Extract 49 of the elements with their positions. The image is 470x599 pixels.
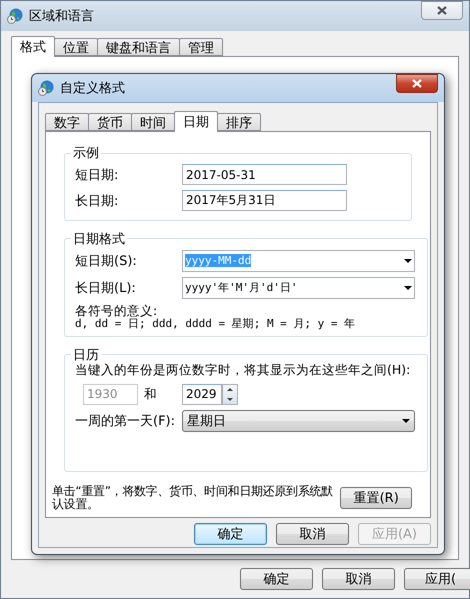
- dropdown-arrow-icon: [404, 286, 412, 290]
- field-label: 一周的第一天(F):: [75, 412, 176, 430]
- dialog-button[interactable]: 应用(: [404, 568, 470, 590]
- globe-icon: [38, 80, 54, 96]
- close-icon: [437, 6, 447, 15]
- group-title: 示例: [72, 145, 100, 162]
- reset-button[interactable]: 重置(R): [340, 487, 412, 509]
- tab[interactable]: 数字: [45, 113, 89, 131]
- dropdown-arrow-icon: [402, 418, 410, 423]
- close-button[interactable]: [396, 74, 438, 93]
- spin-button[interactable]: [222, 384, 238, 405]
- and-label: 和: [143, 386, 158, 403]
- format-combo-box[interactable]: yyyy'年'M'月'd'日': [182, 276, 415, 299]
- tab[interactable]: 时间: [131, 113, 175, 131]
- close-icon: [412, 79, 422, 88]
- tab[interactable]: 货币: [88, 113, 132, 131]
- down-arrow-icon: [227, 398, 233, 401]
- tab[interactable]: 管理: [179, 38, 223, 56]
- dialog-button[interactable]: 确定: [194, 523, 267, 545]
- window-title: 区域和语言: [29, 8, 94, 25]
- dialog-button[interactable]: 确定: [240, 568, 313, 590]
- weekday-dropdown[interactable]: 星期日: [182, 410, 415, 432]
- tab[interactable]: 键盘和语言: [97, 38, 180, 56]
- dialog-button[interactable]: 取消: [322, 568, 395, 590]
- field-label: 短日期(S):: [75, 252, 138, 270]
- close-button[interactable]: [421, 1, 463, 20]
- field-label: 长日期(L):: [75, 280, 137, 297]
- tab[interactable]: 位置: [54, 38, 98, 56]
- example-field[interactable]: 2017年5月31日: [182, 190, 347, 211]
- field-label: 长日期:: [75, 192, 120, 210]
- dialog-button[interactable]: 取消: [276, 523, 349, 545]
- group-title: 日期格式: [72, 230, 126, 248]
- format-value: yyyy'年'M'月'd'日': [185, 280, 298, 296]
- dialog-title: 自定义格式: [60, 80, 125, 97]
- legend-title: 各符号的意义:: [75, 304, 158, 317]
- year-field[interactable]: 2029: [182, 384, 222, 405]
- description-text: 当键入的年份是两位数字时，将其显示为在这些年之间(H):: [75, 362, 412, 379]
- reset-note: 单击“重置”，将数字、货币、时间和日期还原到系统默认设置。: [52, 485, 334, 511]
- example-field[interactable]: 2017-05-31: [182, 164, 347, 185]
- tab[interactable]: 格式: [11, 36, 55, 57]
- up-arrow-icon: [227, 388, 233, 392]
- tab[interactable]: 排序: [217, 113, 261, 131]
- group-title: 日历: [72, 346, 100, 364]
- field-label: 短日期:: [75, 166, 120, 184]
- globe-icon: [7, 8, 23, 24]
- format-value: yyyy-MM-dd: [185, 254, 252, 268]
- tab[interactable]: 日期: [174, 111, 218, 132]
- dropdown-arrow-icon: [404, 258, 412, 263]
- legend-text: d, dd = 日; ddd, dddd = 星期; M = 月; y = 年: [75, 316, 356, 330]
